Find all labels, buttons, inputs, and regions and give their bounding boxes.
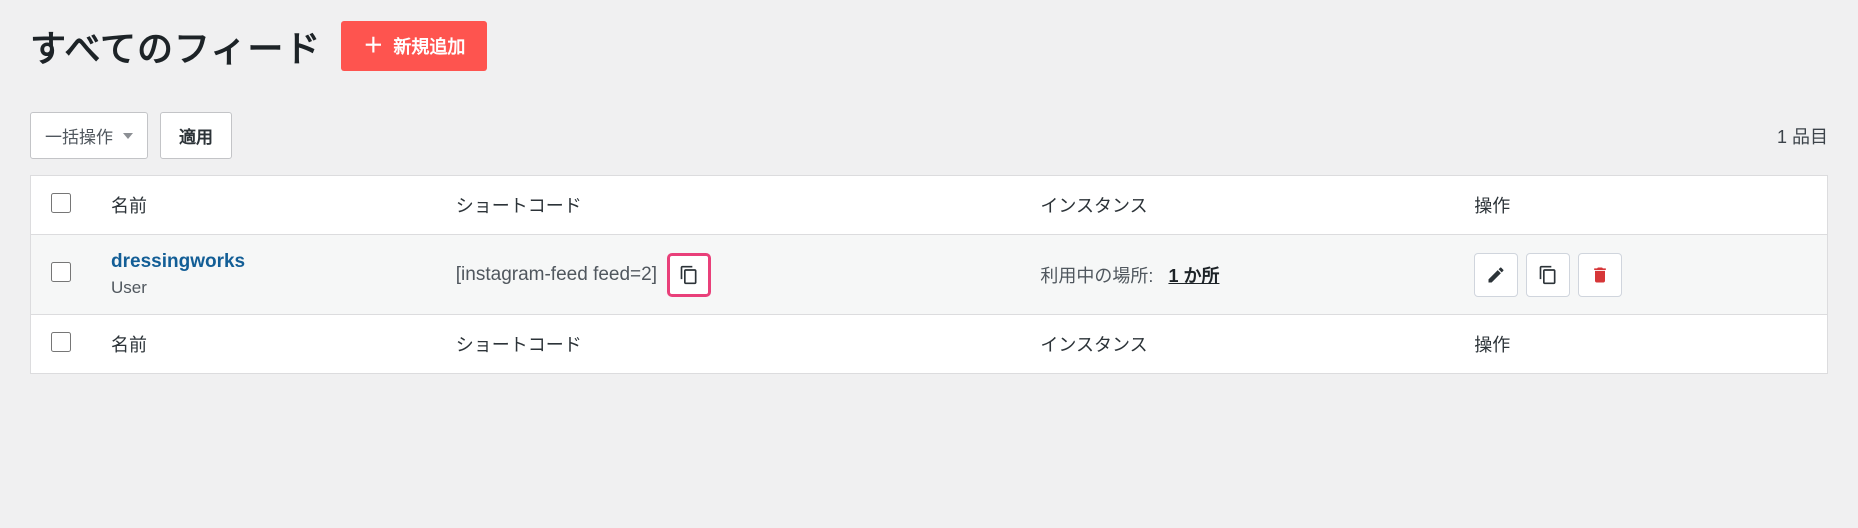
feed-subtype: User bbox=[111, 278, 147, 297]
apply-button[interactable]: 適用 bbox=[160, 112, 232, 159]
column-footer-actions: 操作 bbox=[1454, 315, 1827, 374]
column-header-name: 名前 bbox=[91, 176, 436, 235]
table-row: dressingworks User [instagram-feed feed=… bbox=[31, 235, 1828, 315]
chevron-down-icon bbox=[123, 133, 133, 139]
item-count: 1 品目 bbox=[1777, 123, 1828, 149]
copy-shortcode-button[interactable] bbox=[667, 253, 711, 297]
row-checkbox[interactable] bbox=[51, 262, 71, 282]
select-all-checkbox[interactable] bbox=[51, 193, 71, 213]
bulk-action-select[interactable]: 一括操作 bbox=[30, 112, 148, 159]
edit-button[interactable] bbox=[1474, 253, 1518, 297]
duplicate-button[interactable] bbox=[1526, 253, 1570, 297]
delete-button[interactable] bbox=[1578, 253, 1622, 297]
instance-label: 利用中の場所: bbox=[1040, 266, 1153, 286]
instance-count-link[interactable]: 1 か所 bbox=[1168, 266, 1219, 286]
plus-icon: ＋ bbox=[363, 36, 383, 56]
feed-name-link[interactable]: dressingworks bbox=[111, 251, 416, 273]
column-footer-instance: インスタンス bbox=[1020, 315, 1454, 374]
trash-icon bbox=[1590, 265, 1610, 285]
page-title: すべてのフィード bbox=[30, 20, 321, 72]
column-header-instance: インスタンス bbox=[1020, 176, 1454, 235]
pencil-icon bbox=[1486, 265, 1506, 285]
duplicate-icon bbox=[1538, 265, 1558, 285]
column-header-shortcode: ショートコード bbox=[436, 176, 1021, 235]
bulk-action-label: 一括操作 bbox=[45, 123, 113, 148]
column-header-actions: 操作 bbox=[1454, 176, 1827, 235]
select-all-checkbox-footer[interactable] bbox=[51, 332, 71, 352]
copy-icon bbox=[679, 265, 699, 285]
feeds-table: 名前 ショートコード インスタンス 操作 dressingworks User … bbox=[30, 175, 1828, 374]
column-footer-name: 名前 bbox=[91, 315, 436, 374]
column-footer-shortcode: ショートコード bbox=[436, 315, 1021, 374]
shortcode-text: [instagram-feed feed=2] bbox=[456, 264, 657, 286]
add-new-button[interactable]: ＋ 新規追加 bbox=[341, 21, 487, 71]
add-new-label: 新規追加 bbox=[393, 33, 465, 59]
